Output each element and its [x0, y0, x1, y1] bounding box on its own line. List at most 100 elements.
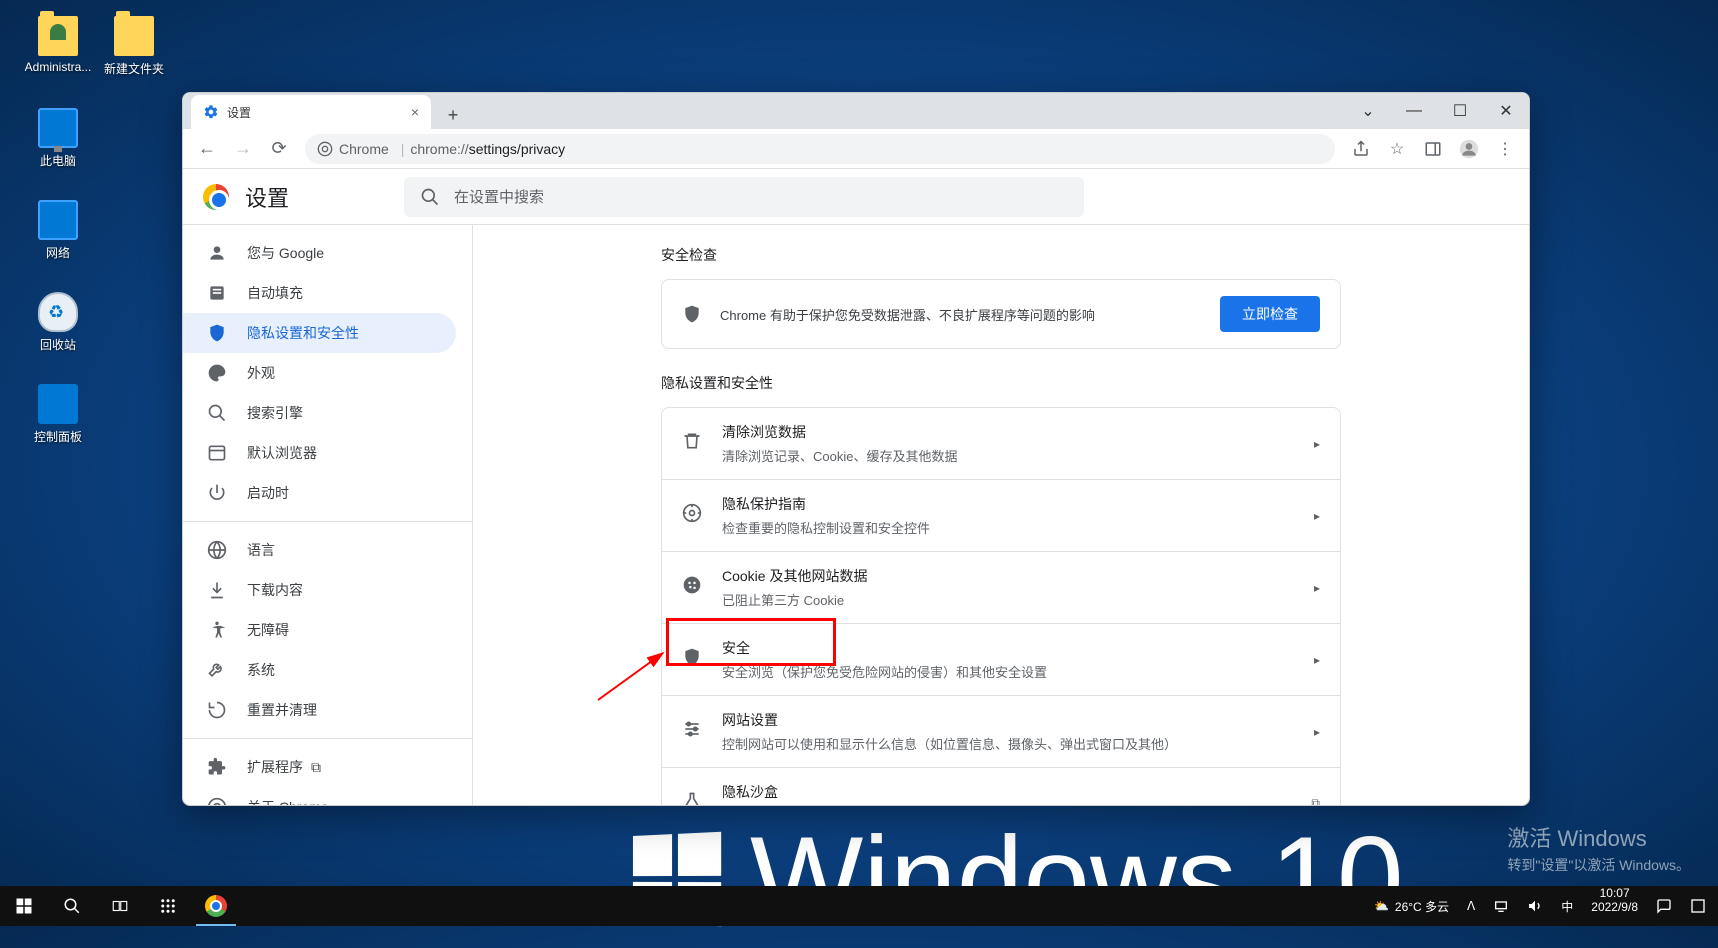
chrome-logo-icon [203, 184, 229, 210]
cookie-icon [682, 575, 702, 600]
apps-button[interactable] [144, 886, 192, 926]
desktop-icon-recyclebin[interactable]: 回收站 [20, 292, 96, 353]
sidebar-item-autofill[interactable]: 自动填充 [183, 273, 472, 313]
sidebar-item-chrome[interactable]: 关于 Chrome [183, 787, 472, 805]
sidebar-item-label: 系统 [247, 660, 275, 680]
tray-volume-icon[interactable] [1519, 886, 1551, 926]
tab-title: 设置 [227, 104, 251, 121]
main-content[interactable]: 安全检查 Chrome 有助于保护您免受数据泄露、不良扩展程序等问题的影响 立即… [473, 225, 1529, 805]
sidebar-item-label: 关于 Chrome [247, 797, 329, 805]
privacy-list: 清除浏览数据清除浏览记录、Cookie、缓存及其他数据▸隐私保护指南检查重要的隐… [661, 407, 1341, 805]
sidepanel-icon[interactable] [1417, 133, 1449, 165]
sidebar-item-label: 隐私设置和安全性 [247, 323, 359, 343]
back-button[interactable]: ← [191, 133, 223, 165]
ime-indicator[interactable]: 中 [1553, 886, 1581, 926]
sidebar-item-shield[interactable]: 隐私设置和安全性 [183, 313, 456, 353]
pc-icon [38, 108, 78, 148]
sidebar-item-wrench[interactable]: 系统 [183, 650, 472, 690]
row-title: 清除浏览数据 [722, 422, 1314, 442]
desktop-icon-newfolder[interactable]: 新建文件夹 [96, 16, 172, 77]
privacy-row-flask[interactable]: 隐私沙盒试用版功能已开启⧉ [662, 767, 1340, 805]
start-button[interactable] [0, 886, 48, 926]
privacy-row-guide[interactable]: 隐私保护指南检查重要的隐私控制设置和安全控件▸ [662, 479, 1340, 551]
close-button[interactable]: ✕ [1483, 93, 1529, 129]
address-bar[interactable]: Chrome | chrome://settings/privacy [305, 134, 1335, 164]
caret-down-icon[interactable]: ⌄ [1345, 93, 1391, 129]
privacy-row-tune[interactable]: 网站设置控制网站可以使用和显示什么信息（如位置信息、摄像头、弹出式窗口及其他）▸ [662, 695, 1340, 767]
reload-button[interactable]: ⟳ [263, 133, 295, 165]
desktop-icon-pc[interactable]: 此电脑 [20, 108, 96, 169]
sidebar-item-search[interactable]: 搜索引擎 [183, 393, 472, 433]
search-icon [207, 403, 227, 423]
search-placeholder: 在设置中搜索 [454, 186, 544, 207]
forward-button[interactable]: → [227, 133, 259, 165]
sidebar-item-label: 下载内容 [247, 580, 303, 600]
share-icon[interactable] [1345, 133, 1377, 165]
chevron-right-icon: ▸ [1314, 653, 1320, 667]
search-input[interactable]: 在设置中搜索 [404, 177, 1084, 217]
sidebar-item-label: 外观 [247, 363, 275, 383]
star-icon[interactable]: ☆ [1381, 133, 1413, 165]
url-host: chrome:// [410, 141, 468, 157]
external-icon: ⧉ [1311, 796, 1320, 805]
action-center-icon[interactable] [1682, 886, 1714, 926]
search-icon [420, 187, 440, 207]
privacy-row-shield[interactable]: 安全安全浏览（保护您免受危险网站的侵害）和其他安全设置▸ [662, 623, 1340, 695]
weather-text: 26°C 多云 [1395, 898, 1449, 915]
check-now-button[interactable]: 立即检查 [1220, 296, 1320, 332]
download-icon [207, 580, 227, 600]
row-desc: 控制网站可以使用和显示什么信息（如位置信息、摄像头、弹出式窗口及其他） [722, 734, 1314, 753]
sidebar-item-a11y[interactable]: 无障碍 [183, 610, 472, 650]
settings-header: 设置 在设置中搜索 [183, 169, 1529, 225]
new-tab-button[interactable]: + [439, 101, 467, 129]
tray-chevron[interactable]: ᐱ [1459, 886, 1483, 926]
weather-widget[interactable]: ⛅ 26°C 多云 [1366, 886, 1457, 926]
gear-icon [203, 104, 219, 120]
sidebar-item-reset[interactable]: 重置并清理 [183, 690, 472, 730]
tray-network-icon[interactable] [1485, 886, 1517, 926]
shield-icon [682, 304, 702, 324]
row-title: 隐私保护指南 [722, 494, 1314, 514]
chrome-window: 设置 × + ⌄ — ☐ ✕ ← → ⟳ Chrome | chrome://s… [182, 92, 1530, 806]
desktop-icon-network[interactable]: 网络 [20, 200, 96, 261]
clock[interactable]: 10:07 2022/9/8 [1583, 886, 1646, 926]
tab-close-icon[interactable]: × [411, 104, 419, 120]
sidebar-item-power[interactable]: 启动时 [183, 473, 472, 513]
reset-icon [207, 700, 227, 720]
notification-icon[interactable] [1648, 886, 1680, 926]
window-controls: ⌄ — ☐ ✕ [1345, 93, 1529, 129]
menu-icon[interactable]: ⋮ [1489, 133, 1521, 165]
sidebar-item-globe[interactable]: 语言 [183, 530, 472, 570]
sidebar-item-download[interactable]: 下载内容 [183, 570, 472, 610]
toolbar: ← → ⟳ Chrome | chrome://settings/privacy… [183, 129, 1529, 169]
desktop-icon-admin[interactable]: Administra... [20, 16, 96, 74]
taskbar-chrome[interactable] [192, 886, 240, 926]
privacy-row-trash[interactable]: 清除浏览数据清除浏览记录、Cookie、缓存及其他数据▸ [662, 408, 1340, 479]
sidebar[interactable]: 您与 Google自动填充隐私设置和安全性外观搜索引擎默认浏览器启动时语言下载内… [183, 225, 473, 805]
minimize-button[interactable]: — [1391, 93, 1437, 129]
maximize-button[interactable]: ☐ [1437, 93, 1483, 129]
url-path: settings/privacy [469, 141, 565, 157]
safety-check-card: Chrome 有助于保护您免受数据泄露、不良扩展程序等问题的影响 立即检查 [661, 279, 1341, 349]
search-button[interactable] [48, 886, 96, 926]
controlpanel-icon [38, 384, 78, 424]
taskview-button[interactable] [96, 886, 144, 926]
page-title: 设置 [245, 181, 289, 213]
profile-icon[interactable] [1453, 133, 1485, 165]
row-desc: 清除浏览记录、Cookie、缓存及其他数据 [722, 446, 1314, 465]
sidebar-item-ext[interactable]: 扩展程序⧉ [183, 747, 472, 787]
row-desc: 已阻止第三方 Cookie [722, 590, 1314, 609]
flask-icon [682, 791, 702, 805]
desktop-icon-controlpanel[interactable]: 控制面板 [20, 384, 96, 445]
guide-icon [682, 503, 702, 528]
sidebar-item-person[interactable]: 您与 Google [183, 233, 472, 273]
a11y-icon [207, 620, 227, 640]
icon-label: 网络 [46, 244, 70, 261]
sidebar-item-palette[interactable]: 外观 [183, 353, 472, 393]
privacy-row-cookie[interactable]: Cookie 及其他网站数据已阻止第三方 Cookie▸ [662, 551, 1340, 623]
section-title-safety: 安全检查 [661, 245, 1341, 265]
sidebar-item-label: 无障碍 [247, 620, 289, 640]
tab-settings[interactable]: 设置 × [191, 95, 431, 129]
sidebar-item-browser[interactable]: 默认浏览器 [183, 433, 472, 473]
taskbar: ⛅ 26°C 多云 ᐱ 中 10:07 2022/9/8 [0, 886, 1718, 926]
